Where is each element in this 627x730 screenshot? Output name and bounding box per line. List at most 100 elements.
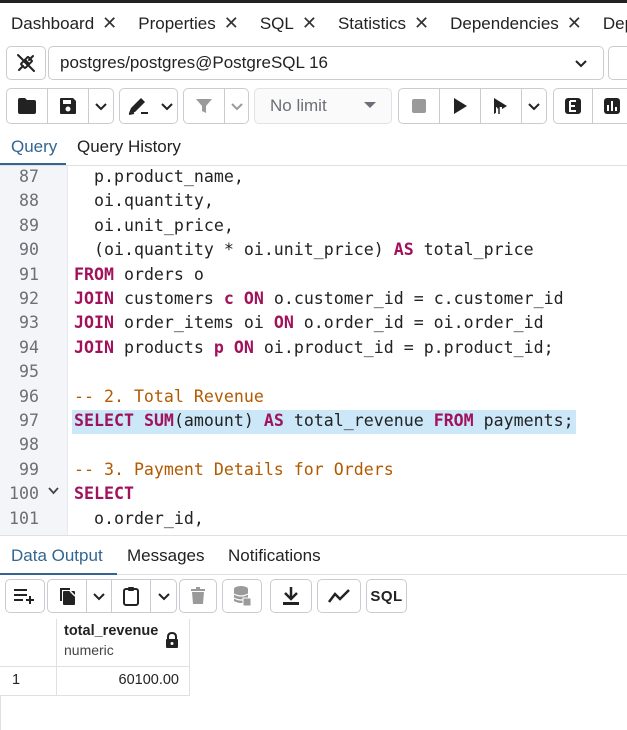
tab-label: Dashboard (11, 13, 95, 33)
close-icon[interactable]: ✕ (567, 13, 582, 34)
disconnected-plug-icon (17, 54, 35, 72)
chevron-down-icon (528, 103, 540, 111)
copy-button[interactable] (48, 580, 86, 612)
code-line[interactable]: 95 (0, 361, 627, 385)
close-icon[interactable]: ✕ (302, 13, 317, 34)
code-line[interactable]: 88 oi.quantity, (0, 190, 627, 214)
code-line[interactable]: 87 p.product_name, (0, 166, 627, 190)
copy-icon (60, 588, 76, 605)
graph-visualiser-button[interactable] (318, 580, 360, 612)
tab-messages[interactable]: Messages (127, 546, 204, 566)
copy-options-dropdown[interactable] (87, 580, 111, 612)
tab-dashboard[interactable]: Dashboard ✕ (0, 3, 127, 44)
tab-label: Properties (138, 13, 216, 33)
column-header[interactable]: total_revenue numeric (57, 619, 190, 667)
code-line[interactable]: 101 o.order_id, (0, 508, 627, 532)
chevron-down-icon (160, 103, 173, 111)
table-cell[interactable]: 60100.00 (57, 667, 190, 696)
tab-notifications[interactable]: Notifications (228, 546, 321, 566)
save-data-button[interactable] (223, 580, 261, 612)
connection-select[interactable]: postgres/postgres@PostgreSQL 16 (48, 46, 604, 80)
tab-sql[interactable]: SQL ✕ (249, 3, 327, 44)
execute-script-icon (494, 98, 507, 115)
line-number: 89 (19, 215, 39, 235)
code-line[interactable]: 90 (oi.quantity * oi.unit_price) AS tota… (0, 239, 627, 263)
add-row-button[interactable] (6, 580, 44, 612)
graph-group (317, 579, 361, 613)
explain-analyze-button[interactable] (593, 89, 627, 123)
code-line[interactable]: 93 JOIN order_items oi ON o.order_id = oi… (0, 312, 627, 336)
tab-query-history[interactable]: Query History (77, 137, 181, 157)
download-button[interactable] (271, 580, 311, 612)
delete-icon (191, 587, 205, 604)
lock-icon (166, 632, 178, 648)
tab-data-output[interactable]: Data Output (11, 546, 103, 566)
line-number: 100 (9, 484, 39, 504)
caret-down-icon (364, 102, 376, 108)
new-connection-button[interactable] (608, 46, 627, 80)
code-line[interactable]: 91 FROM orders o (0, 264, 627, 288)
close-icon[interactable]: ✕ (414, 13, 429, 34)
line-number: 90 (19, 240, 39, 260)
code-text: SELECT (74, 484, 134, 504)
code-text: (oi.quantity * oi.unit_price) AS total_p… (74, 240, 534, 260)
connection-bar: postgres/postgres@PostgreSQL 16 (0, 44, 627, 84)
filter-button[interactable] (184, 89, 224, 123)
save-options-dropdown[interactable] (89, 89, 113, 123)
close-icon[interactable]: ✕ (102, 13, 117, 34)
row-number[interactable]: 1 (0, 667, 57, 696)
paste-button[interactable] (112, 580, 150, 612)
clipboard-group (47, 579, 177, 613)
explain-button[interactable] (554, 89, 592, 123)
tab-query[interactable]: Query (11, 137, 57, 157)
code-text: oi.unit_price, (74, 215, 234, 235)
open-file-button[interactable] (7, 89, 47, 123)
active-tab-indicator (0, 163, 66, 165)
code-line[interactable]: 99 -- 3. Payment Details for Orders (0, 459, 627, 483)
code-line[interactable]: 98 (0, 434, 627, 458)
code-line[interactable]: 92 JOIN customers c ON o.customer_id = c.… (0, 288, 627, 312)
close-icon[interactable]: ✕ (224, 13, 239, 34)
code-text: JOIN order_items oi ON o.order_id = oi.o… (74, 313, 544, 333)
tab-statistics[interactable]: Statistics ✕ (327, 3, 439, 44)
code-line[interactable]: 100 SELECT (0, 483, 627, 507)
paste-options-dropdown[interactable] (151, 580, 176, 612)
sql-label: SQL (370, 587, 403, 605)
save-file-button[interactable] (48, 89, 88, 123)
fold-chevron-icon[interactable] (48, 485, 59, 499)
add-row-icon (14, 589, 34, 604)
tab-properties[interactable]: Properties ✕ (127, 3, 249, 44)
connection-label: postgres/postgres@PostgreSQL 16 (60, 53, 328, 72)
view-sql-button[interactable]: SQL (367, 580, 406, 612)
tab-label: SQL (259, 13, 294, 33)
code-line[interactable]: 94 JOIN products p ON oi.product_id = p.p… (0, 337, 627, 361)
tab-label: Dependencies (450, 13, 559, 33)
filter-options-dropdown[interactable] (225, 89, 248, 123)
edit-button[interactable] (120, 89, 156, 123)
connection-status-button[interactable] (6, 46, 46, 80)
edit-options-dropdown[interactable] (156, 89, 177, 123)
execute-button[interactable] (440, 89, 480, 123)
execute-options-dropdown[interactable] (522, 89, 546, 123)
code-line[interactable]: 97 SELECT SUM(amount) AS total_revenue FR… (0, 410, 627, 434)
execute-script-button[interactable] (481, 89, 521, 123)
code-text: o.order_id, (74, 508, 204, 528)
explain-analyze-icon (604, 98, 620, 114)
tab-dependents[interactable]: Dep (592, 3, 627, 44)
tab-bar: Dashboard ✕ Properties ✕ SQL ✕ Statistic… (0, 0, 627, 44)
code-text: JOIN customers c ON o.customer_id = c.cu… (74, 289, 564, 308)
explain-icon (565, 98, 581, 114)
tab-dependencies[interactable]: Dependencies ✕ (439, 3, 592, 44)
stop-button[interactable] (399, 89, 439, 123)
code-line[interactable]: 89 oi.unit_price, (0, 215, 627, 239)
line-number: 94 (19, 337, 39, 357)
row-limit-select[interactable]: No limit (254, 88, 392, 124)
line-number: 98 (19, 435, 39, 455)
delete-row-button[interactable] (180, 580, 216, 612)
chevron-down-icon (575, 60, 587, 68)
download-group (270, 579, 312, 613)
code-line[interactable]: 96 -- 2. Total Revenue (0, 386, 627, 410)
sql-editor[interactable]: 87 p.product_name, 88 oi.quantity, 89 oi.u… (0, 166, 627, 535)
grid-corner[interactable] (0, 619, 57, 667)
filter-icon (196, 99, 212, 113)
